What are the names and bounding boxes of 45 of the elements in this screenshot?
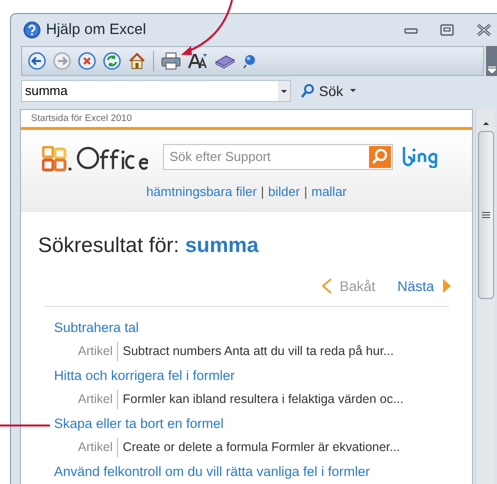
search-button[interactable]: Sök [299, 80, 360, 102]
result-snippet: Subtract numbers Anta att du vill ta reda på hur... [122, 342, 394, 360]
support-search-field[interactable]: Sök efter Support [162, 144, 392, 170]
result-link[interactable]: Subtrahera tal [54, 318, 139, 338]
results-heading: Sökresultat för: summa [37, 233, 260, 259]
caret-icon [348, 88, 358, 94]
result-type: Artikel [78, 342, 118, 360]
print-button[interactable] [161, 52, 181, 70]
breadcrumb-link[interactable]: Startsida för Excel 2010 [21, 110, 132, 127]
header-link[interactable]: hämtningsbara filer [146, 182, 257, 202]
refresh-button[interactable] [103, 52, 121, 70]
scrollbar-thumb[interactable] [478, 131, 494, 299]
dropdown-icon [278, 81, 290, 101]
link-separator: | [304, 183, 308, 201]
header-link[interactable]: mallar [311, 182, 347, 202]
header-link[interactable]: bilder [268, 182, 300, 202]
result-link[interactable]: Skapa eller ta bort en formel [54, 414, 224, 434]
font-size-button[interactable] [188, 53, 208, 69]
maximize-button[interactable] [440, 24, 454, 36]
leader-line [0, 424, 50, 426]
result-snippet: Create or delete a formula Formler är ekvationer... [122, 438, 400, 456]
link-separator: | [260, 183, 264, 201]
close-button[interactable] [476, 24, 492, 36]
next-link[interactable]: Nästa [397, 276, 452, 296]
vertical-scrollbar[interactable] [475, 109, 495, 484]
search-icon [301, 84, 314, 98]
window-title: Hjälp om Excel [46, 20, 146, 40]
support-search-input[interactable]: Sök efter Support [164, 147, 368, 167]
result-snippet: Formler kan ibland resultera i felaktiga värden oc... [122, 390, 404, 408]
home-button[interactable] [128, 52, 146, 70]
result-type: Artikel [78, 390, 118, 408]
back-button[interactable] [28, 52, 46, 70]
callout-arrow [181, 0, 233, 55]
result-link[interactable]: Använd felkontroll om du vill rätta vanliga fel i formler [54, 462, 370, 482]
stop-button[interactable] [78, 52, 96, 70]
result-link[interactable]: Hitta och korrigera fel i formler [54, 366, 235, 386]
chevron-icon [488, 66, 496, 73]
toolbar-overflow-button[interactable] [486, 46, 497, 76]
search-icon[interactable] [368, 146, 390, 168]
scroll-up-icon[interactable] [480, 119, 490, 127]
right-triangle-icon [442, 278, 452, 294]
result-type: Artikel [78, 438, 118, 456]
book-button[interactable] [215, 53, 235, 69]
pin-button[interactable] [242, 53, 258, 69]
help-icon [23, 21, 41, 39]
